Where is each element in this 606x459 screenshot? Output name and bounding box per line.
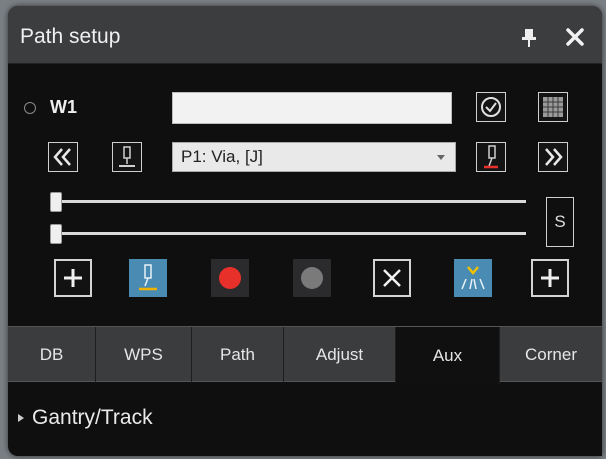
- plus-icon: [541, 269, 559, 287]
- delete-point-button[interactable]: [373, 259, 411, 297]
- grid-icon: [543, 97, 563, 117]
- slider-thumb-upper[interactable]: [50, 192, 62, 212]
- record-disabled-icon: [301, 267, 323, 289]
- add-point-after-button[interactable]: [531, 259, 569, 297]
- chevron-down-icon: [437, 155, 445, 160]
- torch-touch-icon: [139, 264, 157, 291]
- multi-point-button[interactable]: [454, 259, 492, 297]
- slider-track-upper: [54, 200, 526, 203]
- tab-aux[interactable]: Aux: [396, 327, 500, 384]
- tab-adjust[interactable]: Adjust: [284, 327, 396, 383]
- weld-label: W1: [50, 97, 77, 117]
- last-point-button[interactable]: [538, 142, 568, 172]
- torch-red-tool-button[interactable]: [476, 142, 506, 172]
- teach-torch-button[interactable]: [129, 259, 167, 297]
- multi-point-icon: [461, 266, 485, 290]
- torch-icon: [119, 146, 135, 167]
- tab-corner[interactable]: Corner: [500, 327, 602, 383]
- tab-wps[interactable]: WPS: [96, 327, 192, 383]
- tab-bar: DB WPS Path Adjust Aux Corner: [8, 326, 602, 384]
- pin-icon[interactable]: [520, 27, 538, 49]
- torch-tool-button[interactable]: [112, 142, 142, 172]
- title-bar: Path setup: [8, 6, 602, 64]
- add-point-before-button[interactable]: [54, 259, 92, 297]
- close-icon[interactable]: [566, 28, 584, 46]
- slider-track-lower: [54, 232, 526, 235]
- confirm-button[interactable]: [476, 92, 506, 122]
- tab-db[interactable]: DB: [8, 327, 96, 383]
- double-chevron-right-icon: [545, 148, 563, 166]
- expand-triangle-icon: [18, 414, 24, 422]
- check-circle-icon: [481, 97, 501, 117]
- record-icon: [219, 267, 241, 289]
- first-point-button[interactable]: [48, 142, 78, 172]
- point-selector-dropdown[interactable]: P1: Via, [J]: [172, 142, 456, 172]
- gantry-track-section[interactable]: Gantry/Track: [18, 406, 153, 430]
- plus-icon: [64, 269, 82, 287]
- tab-path[interactable]: Path: [192, 327, 284, 383]
- speed-button[interactable]: S: [546, 197, 574, 247]
- window-title: Path setup: [20, 25, 121, 48]
- stop-record-button[interactable]: [293, 259, 331, 297]
- record-button[interactable]: [211, 259, 249, 297]
- grid-button[interactable]: [538, 92, 568, 122]
- double-chevron-left-icon: [53, 148, 71, 166]
- torch-red-icon: [484, 145, 498, 169]
- point-selector-value: P1: Via, [J]: [181, 147, 263, 166]
- weld-name-input[interactable]: [172, 92, 452, 124]
- path-setup-window: Path setup W1 P1: Via, [J] S DB WPS Path…: [8, 6, 602, 456]
- weld-radio-button[interactable]: [24, 102, 36, 114]
- slider-thumb-lower[interactable]: [50, 224, 62, 244]
- section-label: Gantry/Track: [32, 406, 153, 429]
- x-icon: [383, 269, 401, 287]
